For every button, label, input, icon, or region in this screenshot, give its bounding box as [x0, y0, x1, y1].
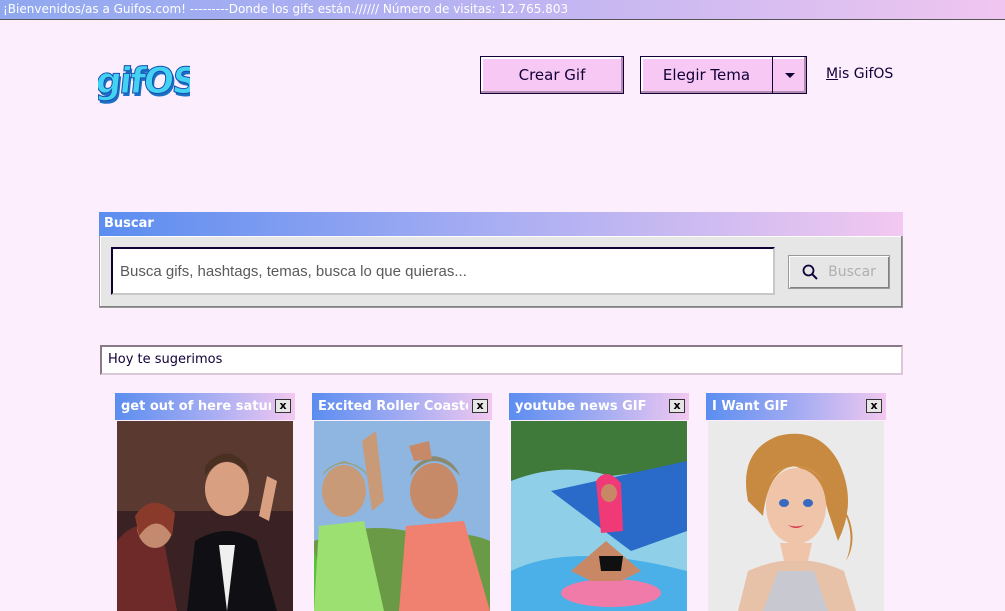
card-header: I Want GIF x [706, 393, 886, 420]
suggestion-card[interactable]: I Want GIF x [706, 393, 886, 611]
suggestion-card[interactable]: youtube news GIF x [509, 393, 689, 611]
suggestion-card[interactable]: Excited Roller Coaster x [312, 393, 492, 611]
search-panel: Buscar [99, 236, 903, 308]
search-button-label: Buscar [828, 264, 876, 280]
elegir-tema-dropdown[interactable]: Elegir Tema [640, 56, 807, 94]
gif-image[interactable] [511, 421, 687, 611]
crear-gif-button[interactable]: Crear Gif [480, 56, 624, 94]
suggestions-title: Hoy te sugerimos [100, 345, 903, 375]
close-icon[interactable]: x [472, 399, 488, 413]
search-section-title: Buscar [99, 212, 903, 236]
gif-image[interactable] [314, 421, 490, 611]
card-title: get out of here saturday [121, 399, 271, 414]
gifos-logo[interactable]: gifOS gifOS [98, 52, 190, 104]
mis-gifos-link[interactable]: Mis GifOS [826, 66, 893, 82]
card-title: Excited Roller Coaster [318, 399, 468, 414]
card-header: get out of here saturday x [115, 393, 295, 420]
card-header: youtube news GIF x [509, 393, 689, 420]
elegir-tema-label[interactable]: Elegir Tema [641, 57, 773, 93]
card-header: Excited Roller Coaster x [312, 393, 492, 420]
search-input[interactable] [111, 247, 775, 295]
close-icon[interactable]: x [275, 399, 291, 413]
svg-text:gifOS: gifOS [98, 60, 190, 102]
search-icon [802, 264, 818, 280]
welcome-ticker: ¡Bienvenidos/as a Guifos.com! ---------D… [0, 0, 1005, 20]
close-icon[interactable]: x [866, 399, 882, 413]
chevron-down-icon[interactable] [773, 57, 806, 93]
gif-image[interactable] [117, 421, 293, 611]
card-title: I Want GIF [712, 399, 789, 414]
search-button[interactable]: Buscar [788, 255, 890, 289]
crear-gif-label: Crear Gif [518, 66, 586, 84]
close-icon[interactable]: x [669, 399, 685, 413]
suggestion-card[interactable]: get out of here saturday x [115, 393, 295, 611]
gif-image[interactable] [708, 421, 884, 611]
card-title: youtube news GIF [515, 399, 647, 414]
